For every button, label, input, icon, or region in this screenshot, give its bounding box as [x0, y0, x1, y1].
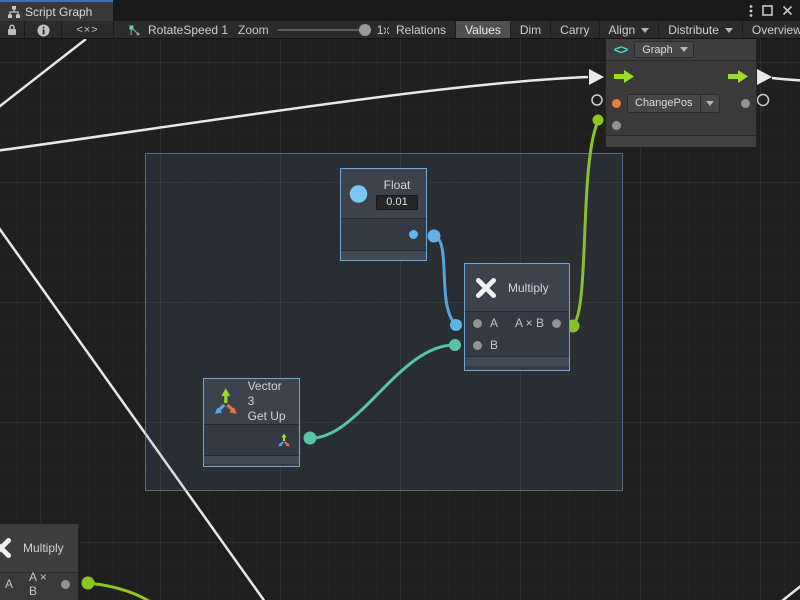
overview-button[interactable]: Overview — [742, 21, 800, 39]
info-icon — [37, 24, 50, 37]
unconnected-port-icon[interactable] — [592, 95, 602, 105]
float-literal-node[interactable]: Float 0.01 — [340, 168, 427, 261]
chevron-down-icon — [680, 47, 688, 52]
chevron-down-icon — [641, 28, 649, 33]
vector3-output-port[interactable] — [277, 433, 291, 448]
value-input-port[interactable] — [612, 121, 621, 130]
unconnected-port-icon[interactable] — [758, 95, 769, 106]
output-label: A × B — [29, 570, 53, 598]
wire-white-topleft[interactable] — [0, 39, 86, 110]
wire-end-dot — [593, 115, 604, 126]
multiply-node-bottom[interactable]: Multiply A A × B — [0, 523, 79, 600]
node-footer — [204, 455, 299, 464]
distribute-dropdown[interactable]: Distribute — [658, 21, 742, 39]
close-icon[interactable] — [782, 5, 793, 16]
node-title: Multiply — [23, 541, 64, 555]
flow-input-arrow-icon[interactable] — [614, 70, 634, 83]
output-port[interactable] — [552, 319, 561, 328]
output-port[interactable] — [61, 580, 70, 589]
tab-script-graph[interactable]: Script Graph — [0, 0, 113, 21]
graph-dropdown[interactable]: Graph — [634, 41, 694, 58]
float-icon — [349, 181, 368, 207]
graph-node-icon — [128, 24, 141, 37]
values-button[interactable]: Values — [455, 21, 510, 39]
port-label-a: A — [490, 316, 498, 330]
multiply-icon — [473, 275, 499, 301]
vector3-get-up-node[interactable]: Vector 3 Get Up — [203, 378, 300, 467]
node-type-label: Vector 3 — [248, 379, 291, 409]
zoom-slider[interactable] — [277, 29, 369, 31]
flow-output-arrow-icon[interactable] — [728, 70, 748, 83]
window-menu-icon[interactable] — [749, 4, 753, 18]
zoom-slider-handle[interactable] — [359, 24, 371, 36]
graph-unit-icon: <> — [614, 42, 627, 57]
output-label: A × B — [515, 316, 544, 330]
node-title: Multiply — [508, 281, 549, 295]
flow-arrow-in-icon — [589, 69, 604, 85]
code-icon: <×> — [76, 24, 98, 36]
node-footer — [606, 135, 756, 147]
variable-output-port[interactable] — [741, 99, 750, 108]
maximize-icon[interactable] — [762, 5, 773, 16]
wire-end-dot — [82, 577, 95, 590]
wire-white-out-of-graph-unit[interactable] — [772, 78, 800, 81]
input-a-port[interactable] — [473, 319, 482, 328]
title-bar: Script Graph — [0, 0, 800, 21]
chevron-down-icon — [700, 95, 719, 112]
node-footer — [341, 250, 426, 260]
info-button[interactable] — [25, 21, 62, 39]
graph-toolbar: <×> RotateSpeed 1 Zoom 1x Relations Valu… — [0, 21, 800, 39]
relations-button[interactable]: Relations — [386, 21, 455, 39]
float-value-field[interactable]: 0.01 — [376, 195, 418, 210]
multiply-node[interactable]: Multiply A A × B B — [464, 263, 570, 371]
lock-icon — [7, 24, 17, 36]
set-variable-node[interactable]: <> Graph ChangePos — [605, 39, 757, 146]
port-label-a: A — [5, 577, 13, 591]
multiply-icon — [0, 535, 14, 561]
wire-green-bottom[interactable] — [88, 583, 152, 600]
vector3-icon — [212, 387, 240, 417]
float-output-port[interactable] — [409, 230, 418, 239]
node-footer — [465, 356, 569, 366]
variable-name-port[interactable] — [612, 99, 621, 108]
graph-breadcrumb[interactable]: RotateSpeed 1 — [128, 21, 228, 39]
code-view-button[interactable]: <×> — [62, 21, 114, 39]
tab-title: Script Graph — [25, 5, 92, 19]
align-dropdown[interactable]: Align — [599, 21, 659, 39]
carry-button[interactable]: Carry — [550, 21, 598, 39]
flow-arrow-out-icon — [757, 69, 772, 85]
node-title: Get Up — [248, 409, 286, 424]
input-b-port[interactable] — [473, 341, 482, 350]
node-title: Float — [384, 178, 411, 192]
lock-button[interactable] — [0, 21, 25, 39]
graph-canvas[interactable]: <> Graph ChangePos — [0, 39, 800, 600]
wire-white-corner[interactable] — [782, 585, 800, 600]
port-label-b: B — [490, 338, 498, 352]
chevron-down-icon — [725, 28, 733, 33]
graph-name: RotateSpeed 1 — [148, 23, 228, 37]
variable-dropdown[interactable]: ChangePos — [627, 94, 720, 113]
script-graph-icon — [8, 6, 20, 18]
zoom-label: Zoom — [238, 23, 269, 37]
dim-button[interactable]: Dim — [510, 21, 550, 39]
wire-white-into-graph-unit[interactable] — [0, 77, 588, 151]
